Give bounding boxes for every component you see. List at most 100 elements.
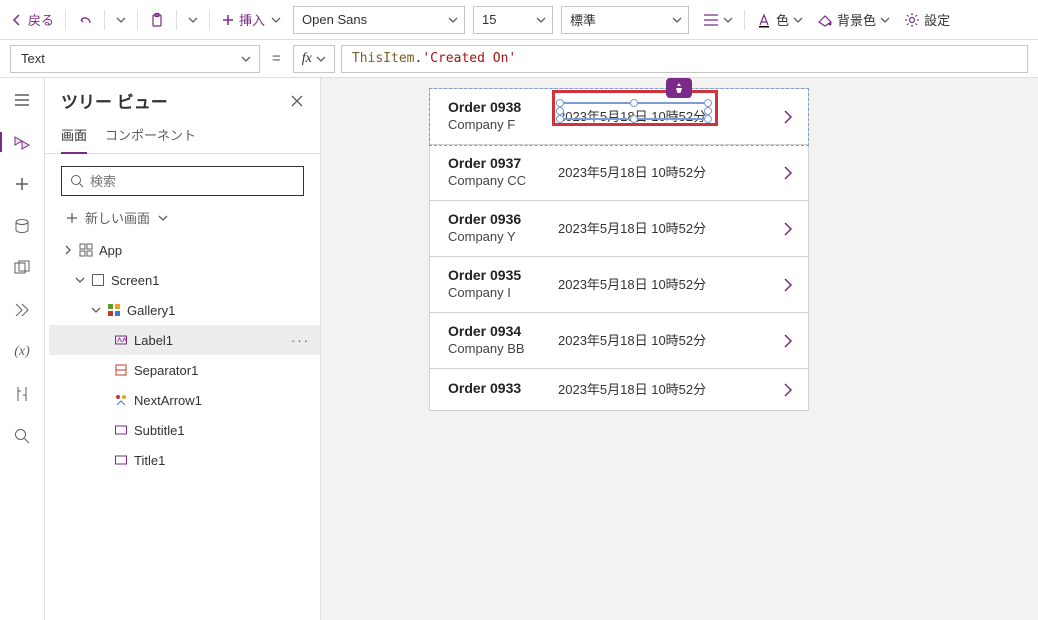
chevron-right-icon (780, 277, 796, 293)
equals-sign: = (266, 50, 287, 67)
new-screen-label: 新しい画面 (85, 208, 150, 227)
rail-insert-icon[interactable] (0, 170, 44, 198)
item-title: Order 0937 (448, 155, 558, 171)
item-title: Order 0936 (448, 211, 558, 227)
fontsize-select[interactable]: 15 (473, 6, 553, 34)
gallery-item[interactable]: Order 0935 Company I 2023年5月18日 10時52分 (430, 257, 808, 313)
tree-screen1[interactable]: Screen1 (49, 265, 320, 295)
tree: App Screen1 Gallery1 Label1 ··· Separato… (45, 235, 320, 475)
formula-token-field: 'Created On' (422, 51, 516, 66)
settings-button[interactable]: 設定 (898, 10, 956, 29)
property-value: Text (21, 51, 45, 66)
fontcolor-button[interactable]: 色 (750, 10, 809, 29)
gallery-preview[interactable]: Order 0938 Company F 2023年5月18日 10時52分 O… (429, 88, 809, 411)
chevron-right-icon (780, 221, 796, 237)
undo-button[interactable] (71, 4, 99, 36)
tree-separator1[interactable]: Separator1 (49, 355, 320, 385)
rail-media-icon[interactable] (0, 254, 44, 282)
item-subtitle: Company Y (448, 229, 558, 244)
tab-screens[interactable]: 画面 (61, 119, 87, 154)
search-icon (70, 174, 84, 188)
item-date: 2023年5月18日 10時52分 (558, 162, 706, 181)
separator (104, 10, 105, 30)
bgcolor-button[interactable]: 背景色 (811, 10, 896, 29)
tree-label1[interactable]: Label1 ··· (49, 325, 320, 355)
fontweight-select[interactable]: 標準 (561, 6, 689, 34)
rail-treeview-icon[interactable] (0, 128, 44, 156)
gallery-item[interactable]: Order 0937 Company CC 2023年5月18日 10時52分 (430, 145, 808, 201)
item-subtitle: Company BB (448, 341, 558, 356)
item-date: 2023年5月18日 10時52分 (558, 330, 706, 349)
item-title: Order 0933 (448, 380, 558, 396)
align-button[interactable] (697, 4, 739, 36)
chevron-down-icon[interactable] (182, 4, 204, 36)
search-input[interactable] (90, 174, 295, 189)
chevron-down-icon[interactable] (110, 4, 132, 36)
search-box[interactable] (61, 166, 304, 196)
formula-input[interactable]: ThisItem.'Created On' (341, 45, 1028, 73)
nextarrow-icon (113, 392, 129, 408)
tree-subtitle1[interactable]: Subtitle1 (49, 415, 320, 445)
rail-hamburger-icon[interactable] (0, 86, 44, 114)
gallery-item[interactable]: Order 0936 Company Y 2023年5月18日 10時52分 (430, 201, 808, 257)
item-date: 2023年5月18日 10時52分 (558, 379, 706, 398)
insert-label: 挿入 (239, 10, 265, 29)
fx-button[interactable]: fx (293, 45, 335, 73)
paste-button[interactable] (143, 4, 171, 36)
tree-label1-label: Label1 (134, 333, 173, 348)
tree-nextarrow1-label: NextArrow1 (134, 393, 202, 408)
tree-gallery1[interactable]: Gallery1 (49, 295, 320, 325)
app-icon (78, 242, 94, 258)
tree-subtitle1-label: Subtitle1 (134, 423, 185, 438)
left-rail: (x) (0, 78, 45, 620)
item-date: 2023年5月18日 10時52分 (558, 218, 706, 237)
rail-search-icon[interactable] (0, 422, 44, 450)
back-button[interactable]: 戻る (4, 4, 60, 36)
settings-label: 設定 (924, 10, 950, 29)
chevron-right-icon (780, 333, 796, 349)
tab-components[interactable]: コンポーネント (105, 119, 196, 153)
insert-button[interactable]: 挿入 (215, 4, 287, 36)
separator (209, 10, 210, 30)
tree-screen1-label: Screen1 (111, 273, 159, 288)
formula-dot: . (415, 51, 423, 66)
tree-title1[interactable]: Title1 (49, 445, 320, 475)
label-icon (113, 452, 129, 468)
gallery-item[interactable]: Order 0934 Company BB 2023年5月18日 10時52分 (430, 313, 808, 369)
rail-variables-icon[interactable]: (x) (0, 338, 44, 366)
tree-app-label: App (99, 243, 122, 258)
tree-nextarrow1[interactable]: NextArrow1 (49, 385, 320, 415)
item-subtitle: Company CC (448, 173, 558, 188)
tree-app[interactable]: App (49, 235, 320, 265)
rail-powerautomate-icon[interactable] (0, 296, 44, 324)
main-area: (x) ツリー ビュー 画面 コンポーネント 新しい画面 (0, 78, 1038, 620)
item-date: 2023年5月18日 10時52分 (558, 274, 706, 293)
gallery-item[interactable]: Order 0933 2023年5月18日 10時52分 (430, 369, 808, 410)
new-screen-button[interactable]: 新しい画面 (45, 204, 320, 235)
back-label: 戻る (28, 10, 54, 29)
more-icon[interactable]: ··· (291, 333, 310, 348)
rail-data-icon[interactable] (0, 212, 44, 240)
tree-separator1-label: Separator1 (134, 363, 198, 378)
label-icon (113, 332, 129, 348)
separator (65, 10, 66, 30)
formula-token-this: ThisItem (352, 51, 415, 66)
label-icon (113, 422, 129, 438)
property-select[interactable]: Text (10, 45, 260, 73)
separator (744, 10, 745, 30)
font-select[interactable]: Open Sans (293, 6, 465, 34)
close-icon[interactable] (290, 94, 304, 108)
format-badge-icon[interactable] (666, 78, 692, 98)
tree-title1-label: Title1 (134, 453, 165, 468)
item-title: Order 0934 (448, 323, 558, 339)
rail-tools-icon[interactable] (0, 380, 44, 408)
tree-gallery1-label: Gallery1 (127, 303, 175, 318)
checkbox-icon (90, 272, 106, 288)
separator (176, 10, 177, 30)
separator-icon (113, 362, 129, 378)
fontweight-value: 標準 (570, 10, 596, 29)
gallery-icon (106, 302, 122, 318)
font-select-value: Open Sans (302, 12, 367, 27)
chevron-right-icon (780, 165, 796, 181)
canvas[interactable]: Order 0938 Company F 2023年5月18日 10時52分 O… (321, 78, 1038, 620)
